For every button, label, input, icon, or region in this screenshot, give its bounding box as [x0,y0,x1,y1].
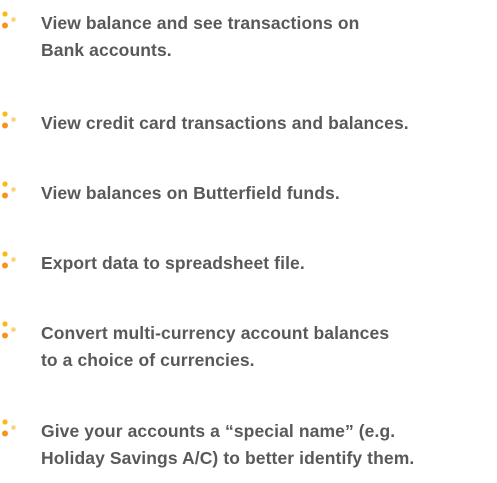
feature-text-line: View balances on Butterfield funds. [41,183,340,203]
feature-text-line: Give your accounts a “special name” (e.g… [41,421,396,441]
feature-text-line: Convert multi-currency account balances [41,323,390,343]
feature-text: Convert multi-currency account balances … [41,320,497,374]
bullet-icon [2,111,16,129]
feature-text-line: View balance and see transactions on [41,13,360,33]
feature-text: View balances on Butterfield funds. [41,180,497,207]
bullet-icon [2,11,16,29]
feature-text-line: Holiday Savings A/C) to better identify … [41,448,415,468]
feature-text-line: View credit card transactions and balanc… [41,113,409,133]
feature-text-line: Bank accounts. [41,40,172,60]
feature-text: Give your accounts a “special name” (e.g… [41,418,497,472]
bullet-icon [2,251,16,269]
bullet-icon [2,321,16,339]
feature-text: View credit card transactions and balanc… [41,110,497,137]
feature-text-line: Export data to spreadsheet file. [41,253,305,273]
feature-text-line: to a choice of currencies. [41,350,255,370]
bullet-icon [2,181,16,199]
feature-text: Export data to spreadsheet file. [41,250,497,277]
bullet-icon [2,419,16,437]
feature-text: View balance and see transactions on Ban… [41,10,497,64]
